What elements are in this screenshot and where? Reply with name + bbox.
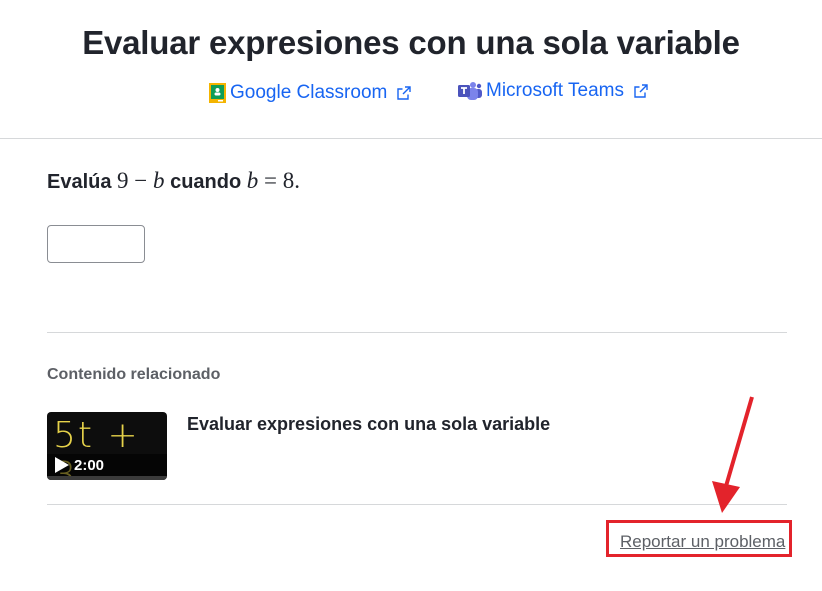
video-thumbnail[interactable]: 5t + 3 2:00 (47, 412, 167, 480)
play-icon (55, 457, 69, 473)
question-prefix: Evalúa (47, 171, 112, 193)
video-duration: 2:00 (74, 456, 105, 474)
share-row: Google Classroom Microsoft Teams (0, 80, 822, 108)
video-duration-bar: 2:00 (47, 454, 167, 476)
microsoft-teams-icon (458, 82, 482, 100)
google-classroom-label: Google Classroom (230, 82, 388, 103)
header-divider (0, 138, 822, 139)
external-link-icon (397, 86, 412, 100)
math-expression: 9 − b (117, 168, 165, 193)
question-prompt: Evalúa 9 − b cuando b = 8. (47, 168, 300, 194)
video-title-link[interactable]: Evaluar expresiones con una sola variabl… (187, 414, 550, 435)
microsoft-teams-label: Microsoft Teams (486, 80, 624, 101)
microsoft-teams-link[interactable]: Microsoft Teams (458, 80, 648, 102)
thumbnail-progress-track (47, 476, 167, 480)
google-classroom-icon (209, 83, 226, 103)
answer-input[interactable] (47, 225, 145, 263)
external-link-icon (634, 84, 648, 98)
divider (47, 504, 787, 505)
annotation-highlight-box (606, 520, 792, 557)
related-content-heading: Contenido relacionado (47, 366, 221, 383)
divider (47, 332, 787, 333)
question-middle: cuando (170, 171, 242, 193)
math-assignment: b = 8. (246, 168, 301, 193)
page-title: Evaluar expresiones con una sola variabl… (82, 24, 740, 61)
annotation-arrow (712, 396, 754, 513)
google-classroom-link[interactable]: Google Classroom (209, 82, 412, 104)
